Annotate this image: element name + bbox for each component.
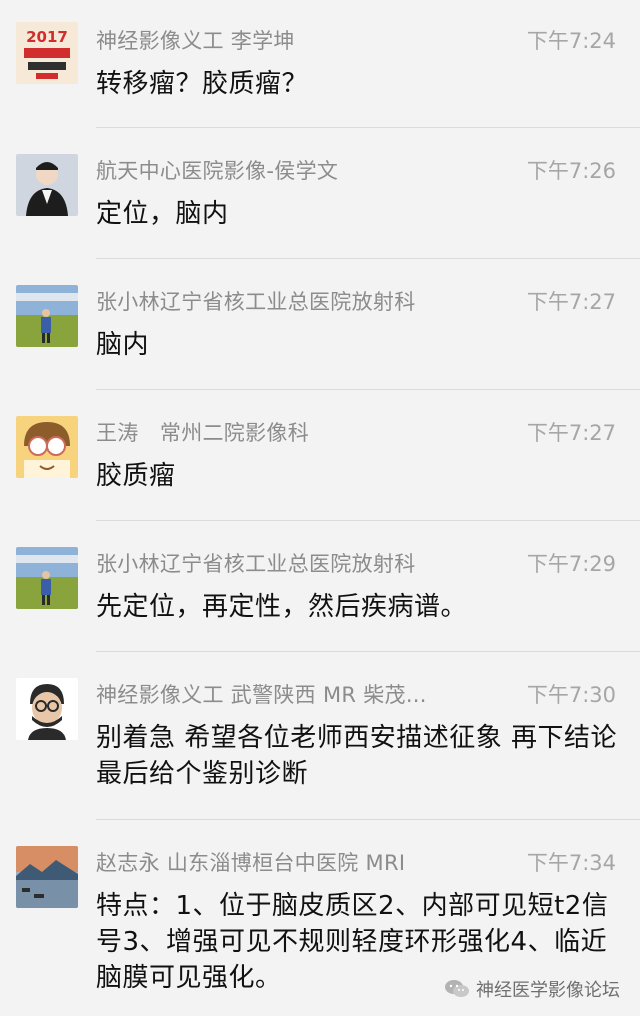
message-text: 胶质瘤: [96, 461, 176, 491]
timestamp: 下午7:30: [526, 683, 616, 707]
list-item[interactable]: 神经影像义工 武警陕西 MR 柴茂... 下午7:30 别着急 希望各位老师西安…: [0, 652, 640, 820]
sender-name: 赵志永 山东淄博桓台中医院 MRI: [96, 851, 406, 875]
message-text: 定位，脑内: [96, 199, 229, 229]
sender-name: 王涛 常州二院影像科: [96, 421, 309, 445]
wechat-icon: [445, 980, 469, 997]
sunset-lake-avatar-icon: [16, 846, 78, 908]
list-item[interactable]: 张小林辽宁省核工业总医院放射科 下午7:29 先定位，再定性，然后疾病谱。: [0, 521, 640, 652]
avatar[interactable]: 2017: [16, 22, 78, 84]
list-item[interactable]: 航天中心医院影像-侯学文 下午7:26 定位，脑内: [0, 128, 640, 259]
sender-name: 张小林辽宁省核工业总医院放射科: [96, 290, 416, 314]
sender-name: 神经影像义工 李学坤: [96, 29, 295, 53]
list-item[interactable]: 王涛 常州二院影像科 下午7:27 胶质瘤: [0, 390, 640, 521]
message-text: 转移瘤？胶质瘤？: [96, 69, 309, 99]
avatar[interactable]: [16, 678, 78, 740]
cartoon-man-glasses-avatar-icon: [16, 678, 78, 740]
message-text: 脑内: [96, 330, 150, 360]
timestamp: 下午7:27: [526, 421, 616, 445]
timestamp: 下午7:24: [526, 29, 616, 53]
timestamp: 下午7:26: [526, 159, 616, 183]
avatar[interactable]: [16, 285, 78, 347]
watermark-label: 神经医学影像论坛: [476, 980, 620, 1001]
sender-name: 张小林辽宁省核工业总医院放射科: [96, 552, 416, 576]
timestamp: 下午7:34: [526, 851, 616, 875]
watermark: 神经医学影像论坛: [444, 976, 620, 1002]
landscape-person-avatar-icon: [16, 547, 78, 609]
avatar[interactable]: [16, 547, 78, 609]
avatar[interactable]: [16, 416, 78, 478]
svg-text:2017: 2017: [26, 28, 68, 46]
message-text: 别着急 希望各位老师西安描述征象 再下结论 最后给个鉴别诊断: [96, 723, 618, 789]
portrait-man-avatar-icon: [16, 154, 78, 216]
avatar[interactable]: [16, 154, 78, 216]
poster-2017-avatar-icon: 2017: [16, 22, 78, 84]
landscape-person-avatar-icon: [16, 285, 78, 347]
cartoon-glasses-avatar-icon: [16, 416, 78, 478]
sender-name: 神经影像义工 武警陕西 MR 柴茂...: [96, 683, 427, 707]
list-item[interactable]: 张小林辽宁省核工业总医院放射科 下午7:27 脑内: [0, 259, 640, 390]
timestamp: 下午7:27: [526, 290, 616, 314]
timestamp: 下午7:29: [526, 552, 616, 576]
avatar[interactable]: [16, 846, 78, 908]
list-item[interactable]: 2017 神经影像义工 李学坤 下午7:24 转移瘤？胶质瘤？: [0, 0, 640, 128]
sender-name: 航天中心医院影像-侯学文: [96, 159, 339, 183]
message-text: 先定位，再定性，然后疾病谱。: [96, 592, 468, 622]
